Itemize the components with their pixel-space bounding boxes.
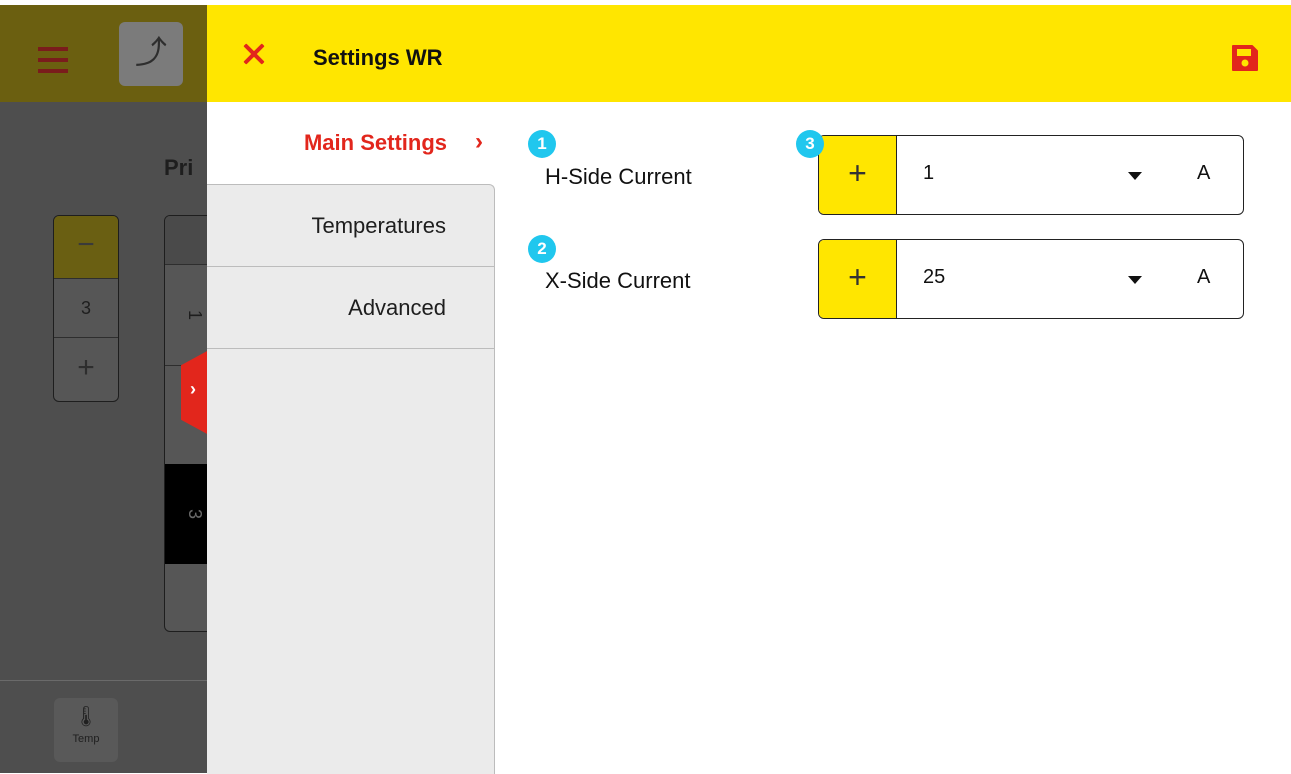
nav-item-label: Advanced (348, 295, 446, 320)
nav-item-main-settings[interactable]: Main Settings › (207, 102, 495, 184)
page-title: Settings WR (313, 45, 443, 70)
annotation-badge: 1 (528, 130, 556, 158)
close-icon[interactable] (243, 43, 265, 65)
settings-content: 1 H-Side Current + 1 A 3 2 X-Side Curren… (495, 102, 1291, 773)
settings-header: Settings WR (207, 5, 1291, 102)
nav-item-label: Main Settings (303, 130, 447, 155)
save-icon[interactable] (1230, 43, 1260, 73)
hamburger-menu-icon (38, 47, 68, 80)
nav-item-label: Temperatures (311, 213, 446, 238)
background-temp-label: Temp (72, 733, 100, 745)
settings-sidenav: Main Settings › Temperatures Advanced (207, 102, 495, 774)
unit-label: A (1197, 266, 1211, 288)
nav-item-temperatures[interactable]: Temperatures (207, 185, 494, 267)
settings-panel: Main Settings › Temperatures Advanced 1 … (207, 102, 1291, 774)
chevron-right-icon: › (475, 128, 483, 155)
background-plus: + (77, 351, 95, 384)
background-title: Pri (164, 155, 194, 180)
increment-button[interactable]: + (819, 136, 897, 214)
setting-label-h-side-current: H-Side Current (545, 164, 692, 189)
dropdown-arrow-icon[interactable] (1128, 172, 1142, 180)
unit-label: A (1197, 162, 1211, 184)
background-minus: − (54, 216, 118, 279)
annotation-badge: 2 (528, 235, 556, 263)
chevron-right-icon: › (190, 379, 196, 399)
x-side-current-value[interactable]: 25 (923, 266, 945, 289)
background-temp-button: 🌡 Temp (54, 698, 118, 762)
background-stepper: − 3 + (53, 215, 119, 402)
background-stepper-value: 3 (54, 279, 118, 338)
h-side-current-field: + 1 A (818, 135, 1244, 215)
thermometer-icon: 🌡 (73, 706, 99, 728)
nav-list: Temperatures Advanced (207, 184, 495, 774)
h-side-current-value[interactable]: 1 (923, 162, 934, 185)
increment-button[interactable]: + (819, 240, 897, 318)
nav-item-advanced[interactable]: Advanced (207, 267, 494, 349)
dropdown-arrow-icon[interactable] (1128, 276, 1142, 284)
x-side-current-field: + 25 A (818, 239, 1244, 319)
upload-arrow-icon: ⤴ (119, 22, 183, 86)
annotation-badge: 3 (796, 130, 824, 158)
setting-label-x-side-current: X-Side Current (545, 268, 691, 293)
